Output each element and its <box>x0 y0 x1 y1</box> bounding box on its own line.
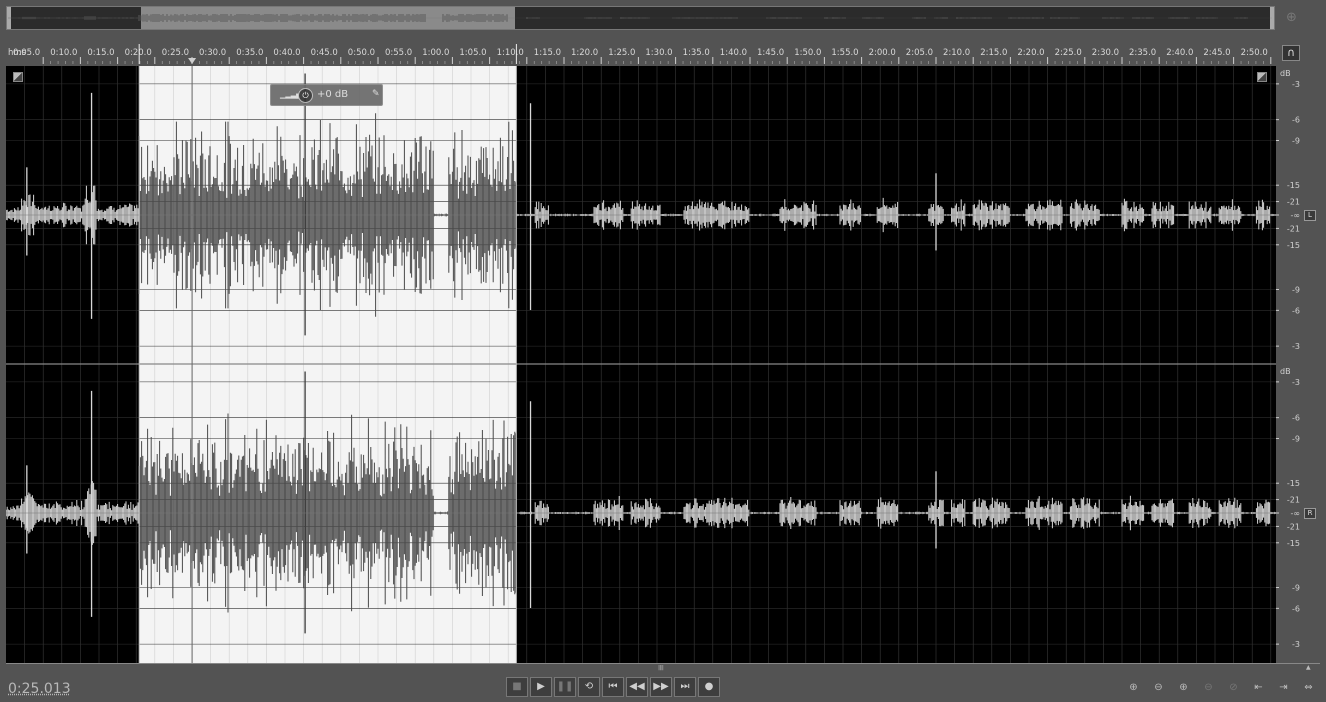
db-tick-label: -6 <box>1292 604 1300 613</box>
stop-button[interactable]: ■ <box>506 677 528 697</box>
overview-waveform <box>8 14 1272 22</box>
power-knob-icon[interactable]: ⏻ <box>298 88 313 103</box>
ruler-tick-label: 0:15.0 <box>87 48 114 58</box>
db-tick-label: -15 <box>1287 539 1300 548</box>
pin-icon[interactable]: ✎ <box>372 89 380 99</box>
channel-left-badge[interactable]: L <box>1304 210 1316 221</box>
zoom-in-at-start-icon[interactable]: ⇤ <box>1249 680 1268 695</box>
db-tick-label: -21 <box>1287 496 1300 505</box>
db-tick-label: -9 <box>1292 137 1300 146</box>
volume-hud[interactable]: ▁▂▃▅ ⏻ +0 dB ✎ <box>270 84 383 106</box>
scroll-up-arrow-icon[interactable]: ▲ <box>1306 664 1316 671</box>
ruler-tick-label: 1:00.0 <box>422 48 449 58</box>
db-tick-label: -6 <box>1292 306 1300 315</box>
zoom-out-full-icon[interactable]: ⊘ <box>1224 680 1243 695</box>
zoom-in-time-icon[interactable]: ⊕ <box>1174 680 1193 695</box>
zoom-out-time-icon[interactable]: ⊖ <box>1199 680 1218 695</box>
ruler-tick-label: 0:45.0 <box>311 48 338 58</box>
playhead-marker[interactable] <box>188 58 197 64</box>
ruler-tick-label: 0:50.0 <box>348 48 375 58</box>
ruler-tick-label: 0:30.0 <box>199 48 226 58</box>
overview-trace <box>8 14 1272 22</box>
ruler-tick-label: 0:05.0 <box>13 48 40 58</box>
headphone-icon[interactable]: ∩ <box>1282 45 1300 61</box>
ruler-tick-label: 0:55.0 <box>385 48 412 58</box>
db-unit-label: dB <box>1280 69 1291 78</box>
ruler-tick-label: 2:20.0 <box>1017 48 1044 58</box>
ruler-tick-label: 1:20.0 <box>571 48 598 58</box>
rewind-button[interactable]: ◀◀ <box>626 677 648 697</box>
ruler-tick-label: 0:10.0 <box>50 48 77 58</box>
ruler-tick-label: 1:35.0 <box>683 48 710 58</box>
ruler-tick-label: 2:05.0 <box>906 48 933 58</box>
transport-controls: ■ ▶ ❚❚ ⟲ ⏮ ◀◀ ▶▶ ⏭ ● <box>506 677 720 697</box>
ruler-tick-label: 1:25.0 <box>608 48 635 58</box>
db-tick-label: -21 <box>1287 522 1300 531</box>
db-tick-label: -6 <box>1292 116 1300 125</box>
db-tick-label: -6 <box>1292 414 1300 423</box>
ruler-tick-label: 2:00.0 <box>869 48 896 58</box>
zoom-navigator-icon[interactable]: ⊕ <box>1286 10 1300 25</box>
db-tick-label: -21 <box>1287 198 1300 207</box>
db-tick-label: -3 <box>1292 342 1300 351</box>
ruler-tick-label: 0:40.0 <box>273 48 300 58</box>
ruler-tick-label: 2:45.0 <box>1203 48 1230 58</box>
db-tick-label: -15 <box>1287 479 1300 488</box>
ruler-tick-label: 1:30.0 <box>645 48 672 58</box>
zoom-in-at-end-icon[interactable]: ⇥ <box>1274 680 1293 695</box>
go-to-start-button[interactable]: ⏮ <box>602 677 624 697</box>
go-to-end-button[interactable]: ⏭ <box>674 677 696 697</box>
channel-right-badge[interactable]: R <box>1304 508 1316 519</box>
current-time-display[interactable]: 0:25.013 <box>8 681 71 697</box>
zoom-out-amplitude-icon[interactable]: ⊖ <box>1149 680 1168 695</box>
db-tick-label: -9 <box>1292 435 1300 444</box>
db-tick-label: -3 <box>1292 640 1300 649</box>
ruler-tick-label: 0:25.0 <box>162 48 189 58</box>
ruler-tick-label: 2:25.0 <box>1055 48 1082 58</box>
zoom-controls: ⊕ ⊖ ⊕ ⊖ ⊘ ⇤ ⇥ ⇔ <box>1124 680 1318 695</box>
record-button[interactable]: ● <box>698 677 720 697</box>
ruler-tick-label: 1:45.0 <box>757 48 784 58</box>
db-tick-label: -15 <box>1287 181 1300 190</box>
fast-forward-button[interactable]: ▶▶ <box>650 677 672 697</box>
ruler-tick-label: 2:40.0 <box>1166 48 1193 58</box>
db-tick-label: -3 <box>1292 378 1300 387</box>
ruler-tick-label: 1:55.0 <box>831 48 858 58</box>
zoom-corner-right-icon[interactable] <box>1257 72 1267 82</box>
waveform-display[interactable] <box>6 66 1276 663</box>
db-tick-label: -3 <box>1292 80 1300 89</box>
db-tick-label: -21 <box>1287 224 1300 233</box>
db-tick-label: -15 <box>1287 241 1300 250</box>
scrollbar-grip[interactable]: ||||||| <box>658 665 678 671</box>
ruler-tick-label: 2:10.0 <box>943 48 970 58</box>
ruler-tick-label: 2:50.0 <box>1241 48 1268 58</box>
ruler-tick-label: 1:40.0 <box>720 48 747 58</box>
play-button[interactable]: ▶ <box>530 677 552 697</box>
zoom-in-amplitude-icon[interactable]: ⊕ <box>1124 680 1143 695</box>
time-ruler[interactable]: hms 0:05.0 0:10.0 0:15.0 0:20.0 0:25.0 0:30.0 0… <box>6 44 1276 64</box>
pause-button[interactable]: ❚❚ <box>554 677 576 697</box>
db-tick-label: -∞ <box>1290 211 1300 220</box>
db-tick-label: -9 <box>1292 584 1300 593</box>
loop-button[interactable]: ⟲ <box>578 677 600 697</box>
ruler-tick-label: 0:35.0 <box>236 48 263 58</box>
ruler-tick-label: 2:35.0 <box>1129 48 1156 58</box>
overview-bar[interactable] <box>6 6 1275 30</box>
ruler-tick-label: 1:50.0 <box>794 48 821 58</box>
db-scale[interactable]: dB -3 -6 -9 -15 -21 -∞ -21 -15 -9 -6 -3 dB -3 -6 -9 -15-… <box>1276 66 1320 663</box>
zoom-to-selection-icon[interactable]: ⇔ <box>1299 680 1318 695</box>
db-tick-label: -∞ <box>1290 509 1300 518</box>
ruler-tick-label: 0:20.0 <box>125 48 152 58</box>
hud-volume-value: +0 dB <box>317 89 349 100</box>
level-bars-icon: ▁▂▃▅ <box>280 91 302 99</box>
db-unit-label: dB <box>1280 367 1291 376</box>
ruler-tick-label: 1:15.0 <box>534 48 561 58</box>
ruler-tick-label: 2:15.0 <box>980 48 1007 58</box>
zoom-corner-left-icon[interactable] <box>13 72 23 82</box>
ruler-tick-label: 1:10.0 <box>497 48 524 58</box>
horizontal-scrollbar[interactable]: ||||||| ▲ <box>6 663 1320 671</box>
ruler-tick-label: 1:05.0 <box>459 48 486 58</box>
ruler-tick-label: 2:30.0 <box>1092 48 1119 58</box>
db-tick-label: -9 <box>1292 286 1300 295</box>
